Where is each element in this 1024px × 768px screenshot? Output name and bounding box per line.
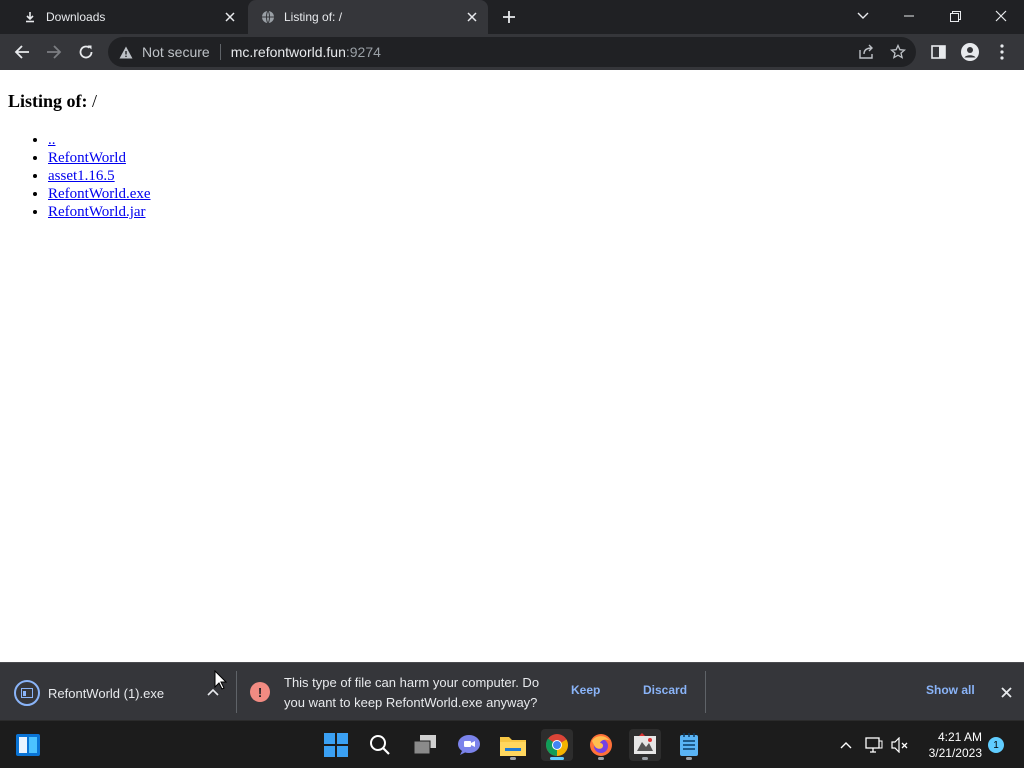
show-all-button[interactable]: Show all (926, 683, 975, 697)
mouse-cursor-icon (214, 669, 228, 690)
url-port: :9274 (345, 44, 381, 60)
list-item: asset1.16.5 (48, 167, 151, 185)
taskbar: 4:21 AM 3/21/2023 1 (0, 720, 1024, 768)
chrome-icon[interactable] (541, 729, 573, 761)
tab-search-icon[interactable] (841, 0, 885, 32)
exe-file-icon (14, 680, 40, 706)
file-link-exe[interactable]: RefontWorld.exe (48, 186, 151, 202)
network-icon[interactable] (864, 735, 884, 755)
page-content: Listing of: / .. RefontWorld asset1.16.5… (0, 70, 1024, 662)
divider (236, 671, 237, 713)
task-view-icon[interactable] (409, 729, 441, 761)
file-link-jar[interactable]: RefontWorld.jar (48, 204, 146, 220)
volume-muted-icon[interactable] (890, 735, 910, 755)
running-indicator (550, 757, 564, 760)
chat-teams-icon[interactable] (453, 729, 485, 761)
title-label: Listing of: (8, 91, 88, 111)
start-windows-icon[interactable] (320, 729, 352, 761)
side-panel-icon[interactable] (924, 38, 952, 66)
share-icon[interactable] (858, 44, 874, 60)
warning-exclamation-icon: ! (250, 682, 270, 702)
profile-avatar-icon[interactable] (956, 38, 984, 66)
search-icon[interactable] (364, 729, 396, 761)
globe-icon (260, 9, 276, 25)
discard-button[interactable]: Discard (643, 683, 687, 697)
minecraft-launcher-icon[interactable] (629, 729, 661, 761)
list-item: RefontWorld.exe (48, 185, 151, 203)
notepad-icon[interactable] (673, 729, 705, 761)
security-label[interactable]: Not secure (142, 44, 210, 60)
new-tab-button[interactable] (498, 7, 520, 27)
page-title: Listing of: / (8, 91, 97, 112)
list-item: .. (48, 131, 151, 149)
menu-kebab-icon[interactable] (988, 38, 1016, 66)
file-explorer-icon[interactable] (497, 729, 529, 761)
reload-button[interactable] (72, 38, 100, 66)
download-filename: RefontWorld (1).exe (48, 685, 165, 701)
download-icon (22, 9, 38, 25)
restore-button[interactable] (933, 0, 977, 32)
running-indicator (598, 757, 604, 760)
close-window-button[interactable] (979, 0, 1023, 32)
bookmark-star-icon[interactable] (889, 43, 907, 60)
notification-badge[interactable]: 1 (988, 737, 1004, 753)
download-bar: RefontWorld (1).exe ! This type of file … (0, 662, 1024, 720)
widgets-icon[interactable] (12, 729, 44, 761)
chevron-up-tray-icon[interactable] (836, 735, 856, 755)
download-item[interactable]: RefontWorld (1).exe (14, 680, 164, 706)
minimize-button[interactable] (887, 0, 931, 32)
separator (219, 44, 221, 60)
list-item: RefontWorld (48, 149, 151, 167)
running-indicator (642, 757, 648, 760)
firefox-icon[interactable] (585, 729, 617, 761)
address-bar[interactable]: Not secure mc.refontworld.fun:9274 (108, 37, 916, 67)
warning-triangle-icon[interactable] (118, 44, 134, 60)
forward-button[interactable] (40, 38, 68, 66)
running-indicator (510, 757, 516, 760)
tab-strip: Downloads Listing of: / (0, 0, 1024, 34)
tab-listing[interactable]: Listing of: / (248, 0, 488, 34)
close-tab-icon[interactable] (222, 9, 238, 25)
file-list: .. RefontWorld asset1.16.5 RefontWorld.e… (48, 131, 151, 221)
title-path: / (92, 91, 98, 111)
close-tab-icon[interactable] (464, 9, 480, 25)
file-link-refontworld[interactable]: RefontWorld (48, 150, 126, 166)
tab-label: Downloads (46, 10, 106, 24)
parent-dir-link[interactable]: .. (48, 132, 56, 148)
file-link-asset[interactable]: asset1.16.5 (48, 168, 115, 184)
url-host: mc.refontworld.fun (230, 44, 346, 60)
clock-time: 4:21 AM (937, 730, 982, 744)
divider (705, 671, 706, 713)
close-download-bar-icon[interactable] (997, 683, 1015, 701)
list-item: RefontWorld.jar (48, 203, 151, 221)
download-warning-text: This type of file can harm your computer… (284, 675, 540, 710)
keep-button[interactable]: Keep (571, 683, 600, 697)
back-button[interactable] (8, 38, 36, 66)
tab-label: Listing of: / (284, 10, 343, 24)
clock-date: 3/21/2023 (928, 746, 982, 760)
tab-downloads[interactable]: Downloads (8, 0, 246, 34)
running-indicator (686, 757, 692, 760)
browser-toolbar: Not secure mc.refontworld.fun:9274 (0, 34, 1024, 70)
system-clock[interactable]: 4:21 AM 3/21/2023 (918, 729, 982, 761)
